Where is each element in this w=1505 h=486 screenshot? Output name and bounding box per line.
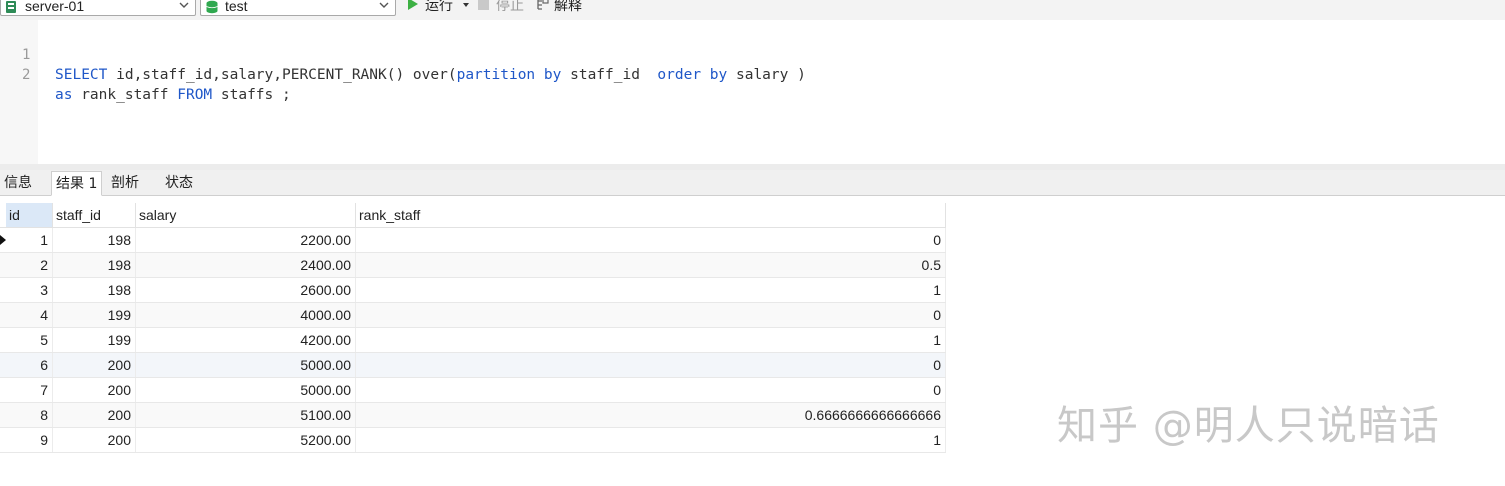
cell-rank-staff[interactable]: 1	[356, 428, 946, 452]
code-line: 2 as rank_staff FROM staffs ;	[0, 45, 291, 103]
run-button[interactable]: 运行	[406, 0, 470, 14]
table-row[interactable]: 3 198 2600.00 1	[0, 278, 946, 303]
sql-token: staffs ;	[212, 87, 291, 103]
database-select[interactable]: test	[200, 0, 396, 16]
table-row[interactable]: 2 198 2400.00 0.5	[0, 253, 946, 278]
cell-staff-id[interactable]: 200	[53, 403, 136, 427]
sql-keyword: order	[657, 67, 702, 83]
table-row[interactable]: 8 200 5100.00 0.6666666666666666	[0, 403, 946, 428]
cell-rank-staff[interactable]: 1	[356, 278, 946, 302]
tab-profile[interactable]: 剖析	[107, 171, 143, 196]
sql-token: rank_staff	[72, 87, 178, 103]
sql-keyword: FROM	[177, 87, 213, 103]
database-value: test	[225, 0, 248, 14]
cell-rank-staff[interactable]: 0	[356, 228, 946, 252]
cell-rank-staff[interactable]: 0	[356, 303, 946, 327]
table-row[interactable]: 1 198 2200.00 0	[0, 228, 946, 253]
cell-rank-staff[interactable]: 0	[356, 353, 946, 377]
table-row[interactable]: 9 200 5200.00 1	[0, 428, 946, 453]
table-row[interactable]: 6 200 5000.00 0	[0, 353, 946, 378]
cell-id[interactable]: 9	[6, 428, 53, 452]
grid-header: id staff_id salary rank_staff	[0, 203, 946, 228]
chevron-down-icon	[379, 2, 389, 8]
cell-id[interactable]: 7	[6, 378, 53, 402]
cell-salary[interactable]: 4000.00	[136, 303, 356, 327]
run-label: 运行	[425, 0, 453, 13]
cell-staff-id[interactable]: 198	[53, 278, 136, 302]
column-header-salary[interactable]: salary	[136, 203, 356, 227]
stop-icon	[478, 0, 489, 10]
column-header-id[interactable]: id	[6, 203, 53, 227]
cell-id[interactable]: 1	[6, 228, 53, 252]
cell-salary[interactable]: 2200.00	[136, 228, 356, 252]
cell-staff-id[interactable]: 200	[53, 378, 136, 402]
code-text: SELECT id,staff_id,salary,PERCENT_RANK()…	[55, 65, 806, 85]
code-line: 1 SELECT id,staff_id,salary,PERCENT_RANK…	[0, 25, 806, 83]
watermark: 知乎 @明人只说暗话	[1057, 402, 1477, 452]
cell-staff-id[interactable]: 198	[53, 228, 136, 252]
sql-token: salary )	[727, 67, 806, 83]
cell-id[interactable]: 5	[6, 328, 53, 352]
sql-keyword: by	[543, 67, 562, 83]
cell-id[interactable]: 3	[6, 278, 53, 302]
cell-rank-staff[interactable]: 1	[356, 328, 946, 352]
line-number: 2	[22, 67, 31, 83]
tab-status[interactable]: 状态	[161, 171, 197, 196]
cell-id[interactable]: 4	[6, 303, 53, 327]
cell-salary[interactable]: 5100.00	[136, 403, 356, 427]
cell-rank-staff[interactable]: 0	[356, 378, 946, 402]
watermark-text: 知乎 @明人只说暗话	[1057, 403, 1440, 449]
stop-button[interactable]: 停止	[478, 0, 528, 14]
connection-select[interactable]: server-01	[0, 0, 196, 16]
sql-keyword: SELECT	[55, 67, 108, 83]
column-header-staff-id[interactable]: staff_id	[53, 203, 136, 227]
result-tabs: 信息 结果 1 剖析 状态	[0, 170, 1505, 196]
table-row[interactable]: 7 200 5000.00 0	[0, 378, 946, 403]
play-icon	[408, 0, 418, 10]
server-icon	[6, 1, 16, 13]
cell-salary[interactable]: 5200.00	[136, 428, 356, 452]
database-icon	[206, 0, 218, 14]
cell-salary[interactable]: 2600.00	[136, 278, 356, 302]
cell-id[interactable]: 6	[6, 353, 53, 377]
explain-label: 解释	[554, 0, 582, 13]
column-header-rank-staff[interactable]: rank_staff	[356, 203, 946, 227]
cell-staff-id[interactable]: 200	[53, 428, 136, 452]
sql-token: id,staff_id,salary,PERCENT_RANK() over(	[107, 67, 457, 83]
cell-rank-staff[interactable]: 0.5	[356, 253, 946, 277]
sql-editor[interactable]: 1 SELECT id,staff_id,salary,PERCENT_RANK…	[0, 20, 1505, 164]
caret-down-icon	[463, 3, 469, 7]
chevron-down-icon	[179, 2, 189, 8]
toolbar: server-01 test 运行 停止 解释	[0, 0, 1505, 20]
sql-keyword: by	[709, 67, 728, 83]
cell-id[interactable]: 8	[6, 403, 53, 427]
connection-value: server-01	[25, 0, 85, 14]
cell-rank-staff[interactable]: 0.6666666666666666	[356, 403, 946, 427]
table-row[interactable]: 5 199 4200.00 1	[0, 328, 946, 353]
sql-keyword: as	[55, 87, 73, 103]
code-text: as rank_staff FROM staffs ;	[55, 85, 291, 105]
cell-staff-id[interactable]: 199	[53, 303, 136, 327]
cell-staff-id[interactable]: 200	[53, 353, 136, 377]
cell-staff-id[interactable]: 199	[53, 328, 136, 352]
cell-salary[interactable]: 5000.00	[136, 378, 356, 402]
sql-token: staff_id	[561, 67, 658, 83]
explain-button[interactable]: 解释	[536, 0, 592, 14]
tab-info[interactable]: 信息	[0, 171, 36, 196]
cell-staff-id[interactable]: 198	[53, 253, 136, 277]
table-row[interactable]: 4 199 4000.00 0	[0, 303, 946, 328]
cell-salary[interactable]: 2400.00	[136, 253, 356, 277]
cell-salary[interactable]: 5000.00	[136, 353, 356, 377]
stop-label: 停止	[496, 0, 524, 13]
cell-id[interactable]: 2	[6, 253, 53, 277]
tab-result-1[interactable]: 结果 1	[51, 171, 103, 196]
sql-keyword: partition	[456, 67, 536, 83]
cell-salary[interactable]: 4200.00	[136, 328, 356, 352]
explain-icon	[537, 0, 549, 10]
